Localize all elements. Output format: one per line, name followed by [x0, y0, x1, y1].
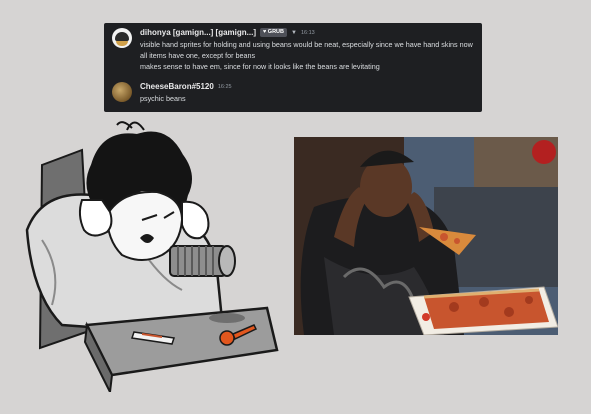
message-header: dihonya [gamign...] [gamign...] ♥ GRUB ▼…	[140, 26, 474, 39]
comic-illustration	[25, 121, 279, 392]
photo-illustration	[294, 137, 558, 335]
message-header: CheeseBaron#5120 16:25	[140, 80, 474, 93]
chat-message: dihonya [gamign...] [gamign...] ♥ GRUB ▼…	[112, 26, 474, 72]
bean-can	[169, 245, 236, 277]
shadow	[209, 313, 245, 323]
hand	[181, 200, 210, 240]
guild-tag-badge: ♥ GRUB	[260, 28, 287, 37]
avatar[interactable]	[112, 28, 132, 48]
message-line: makes sense to have em, since for now it…	[140, 62, 380, 71]
chat-panel: dihonya [gamign...] [gamign...] ♥ GRUB ▼…	[104, 23, 482, 112]
message-line: psychic beans	[140, 94, 186, 103]
timestamp: 16:25	[217, 83, 232, 90]
avatar[interactable]	[112, 82, 132, 102]
chevron-down-icon: ▼	[291, 29, 297, 36]
username[interactable]: CheeseBaron#5120	[140, 82, 214, 91]
username[interactable]: dihonya [gamign...] [gamign...]	[140, 28, 256, 37]
message-line: visible hand sprites for holding and usi…	[140, 40, 473, 49]
message-line: all items have one, except for beans	[140, 51, 256, 60]
guild-tag-label: GRUB	[267, 29, 284, 35]
hand	[78, 199, 113, 237]
photo	[294, 137, 558, 335]
timestamp: 16:13	[300, 29, 315, 36]
chat-message: CheeseBaron#5120 16:25 psychic beans	[112, 80, 474, 104]
